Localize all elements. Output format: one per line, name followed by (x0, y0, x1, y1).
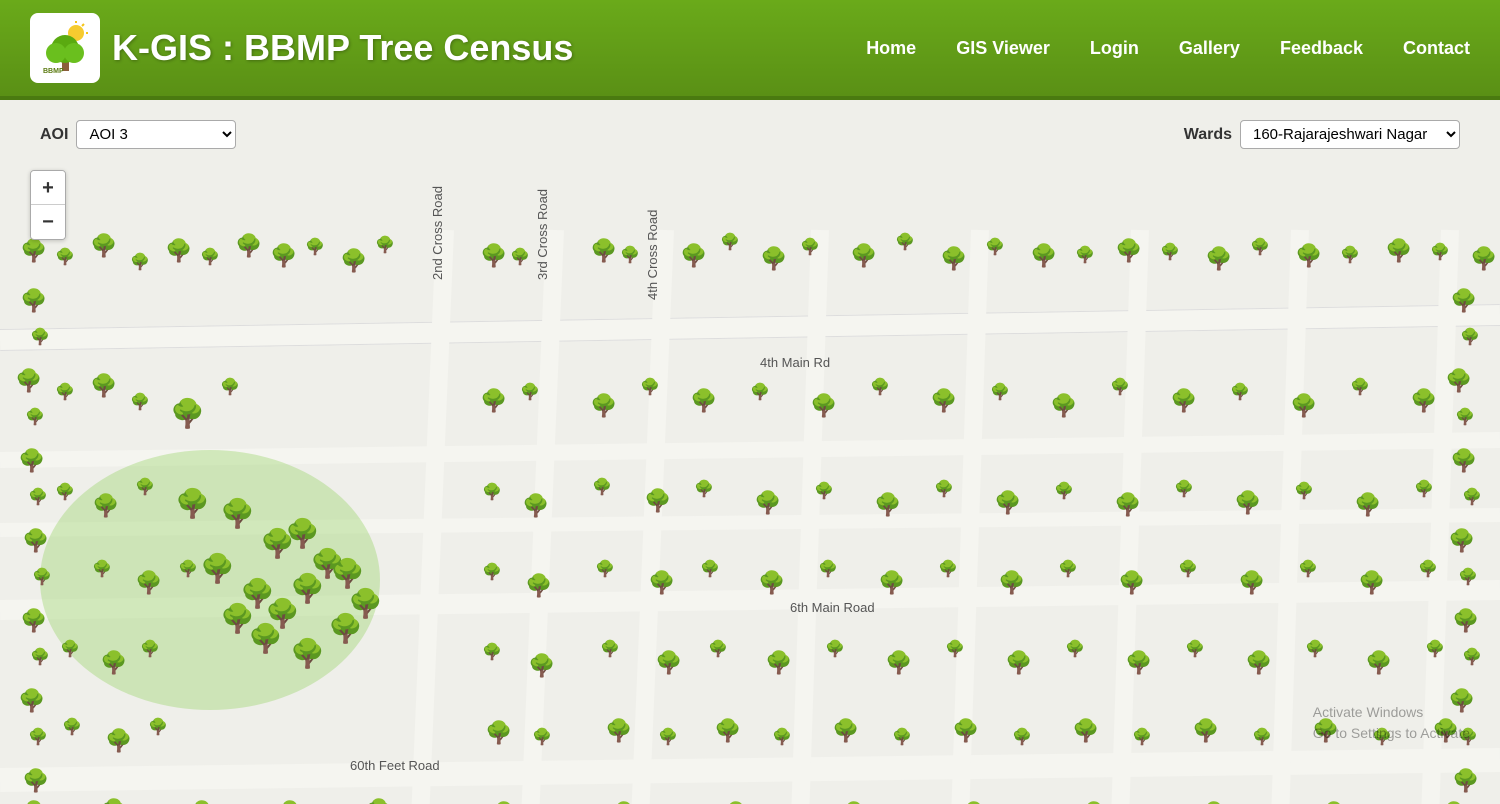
logo-icon: BBMP TREE CENSUS (30, 13, 100, 83)
zoom-in-button[interactable]: + (31, 171, 65, 205)
wards-label: Wards (1184, 126, 1232, 144)
site-title: K-GIS : BBMP Tree Census (112, 27, 573, 69)
site-header: BBMP TREE CENSUS K-GIS : BBMP Tree Censu… (0, 0, 1500, 100)
zoom-out-button[interactable]: − (31, 205, 65, 239)
logo-area: BBMP TREE CENSUS K-GIS : BBMP Tree Censu… (30, 13, 573, 83)
nav-gallery[interactable]: Gallery (1179, 38, 1240, 59)
main-nav: Home GIS Viewer Login Gallery Feedback C… (866, 38, 1470, 59)
nav-login[interactable]: Login (1090, 38, 1139, 59)
map-container[interactable]: 2nd Cross Road 3rd Cross Road 4th Cross … (0, 100, 1500, 804)
svg-text:BBMP: BBMP (43, 68, 64, 75)
wards-select[interactable]: 160-Rajarajeshwari Nagar 161-Nayandahall… (1240, 120, 1460, 149)
aoi-control: AOI AOI 1 AOI 2 AOI 3 AOI 4 AOI 5 (40, 120, 236, 149)
wards-control: Wards 160-Rajarajeshwari Nagar 161-Nayan… (1184, 120, 1460, 149)
nav-home[interactable]: Home (866, 38, 916, 59)
aoi-select[interactable]: AOI 1 AOI 2 AOI 3 AOI 4 AOI 5 (76, 120, 236, 149)
nav-feedback[interactable]: Feedback (1280, 38, 1363, 59)
map-background (0, 100, 1500, 804)
nav-contact[interactable]: Contact (1403, 38, 1470, 59)
zoom-controls: + − (30, 170, 66, 240)
nav-gis-viewer[interactable]: GIS Viewer (956, 38, 1050, 59)
aoi-label: AOI (40, 126, 68, 144)
